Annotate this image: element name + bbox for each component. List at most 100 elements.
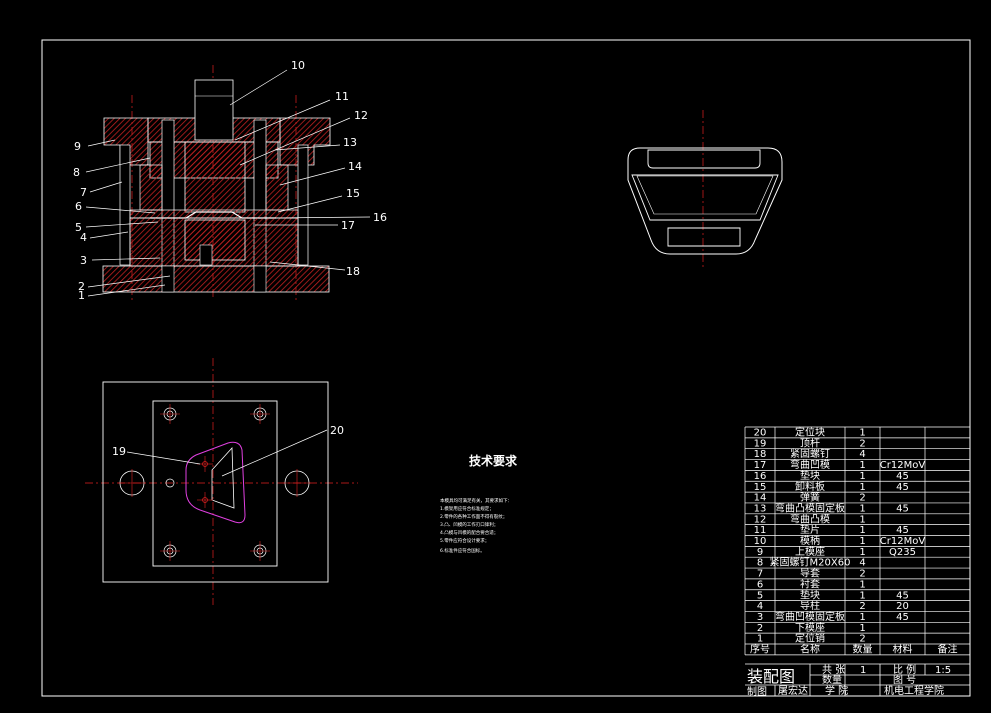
bom-row-number: 1 — [757, 634, 763, 645]
drawer-name: 屠宏达 — [778, 684, 808, 697]
bom-row-name: 弯曲凹模固定板 — [775, 610, 845, 623]
bom-row-name: 紧固螺钉M20X60 — [770, 557, 851, 569]
bom-row-material: Cr12MoV — [880, 460, 926, 471]
label-8: 8 — [73, 166, 80, 179]
bom-row-name: 下模座 — [795, 621, 825, 634]
bom-row-name: 模柄 — [800, 534, 820, 547]
label-9: 9 — [74, 140, 81, 153]
label-20: 20 — [330, 424, 344, 437]
bom-row-number: 3 — [757, 612, 763, 623]
tech-req-line-1: 本模具均可满足有关，其要求如下： — [440, 497, 512, 504]
tech-req-line-7: 6.标准件应符合国标。 — [440, 547, 485, 554]
bom-row-material: 45 — [896, 503, 909, 514]
drawn-by-label: 制图 — [747, 685, 767, 698]
bom-row-quantity: 1 — [859, 623, 865, 634]
label-19: 19 — [112, 445, 126, 458]
bom-row-quantity: 1 — [859, 525, 865, 536]
bom-row-quantity: 2 — [859, 493, 865, 504]
label-11: 11 — [335, 90, 349, 103]
assembly-drawing-sheet: 1 2 3 4 5 6 7 8 9 10 11 12 13 14 15 16 1… — [41, 39, 971, 698]
bom-row-material: 20 — [896, 601, 909, 612]
bom-row-name: 上模座 — [795, 545, 825, 558]
label-3: 3 — [80, 254, 87, 267]
bom-row-number: 9 — [757, 547, 763, 558]
bom-row-material: Q235 — [889, 547, 916, 558]
bom-row-name: 定位销 — [795, 632, 825, 645]
bom-row-number: 19 — [754, 438, 767, 449]
label-10: 10 — [291, 59, 305, 72]
bom-row-number: 11 — [754, 525, 767, 536]
bom-row-quantity: 1 — [859, 428, 865, 439]
bom-row-number: 2 — [757, 623, 763, 634]
quantity-label: 数量 — [822, 673, 842, 686]
bom-row-material: 45 — [896, 612, 909, 623]
bom-row-name: 垫片 — [800, 523, 820, 536]
bom-row-quantity: 1 — [859, 536, 865, 547]
bom-row-quantity: 1 — [859, 590, 865, 601]
bom-header-remark: 备注 — [938, 643, 958, 656]
tech-requirements: 技术要求 本模具均可满足有关，其要求如下： 1.模架用应符合标准规定； 2.零件… — [440, 453, 518, 554]
bom-row-material: Cr12MoV — [880, 536, 926, 547]
bom-row-quantity: 1 — [859, 503, 865, 514]
label-14: 14 — [348, 160, 362, 173]
bom-row-number: 17 — [754, 460, 767, 471]
total-sheets-value: 1 — [860, 665, 866, 676]
bom-row-quantity: 1 — [859, 482, 865, 493]
bom-row-quantity: 2 — [859, 569, 865, 580]
label-13: 13 — [343, 136, 357, 149]
drawing-name: 装配图 — [747, 667, 795, 686]
label-2: 2 — [78, 280, 85, 293]
tech-requirements-title: 技术要求 — [469, 453, 518, 468]
bom-row-name: 紧固螺钉 — [790, 448, 830, 460]
bom-row-quantity: 1 — [859, 471, 865, 482]
bom-row-quantity: 2 — [859, 601, 865, 612]
school-name: 机电工程学院 — [884, 684, 944, 697]
tech-req-line-3: 2.零件的各种工作面不得有裂纹； — [440, 513, 507, 520]
bom-row-number: 5 — [757, 590, 763, 601]
bom-header-material: 材料 — [893, 643, 913, 656]
scale-value: 1:5 — [935, 665, 951, 676]
bom-row-number: 18 — [754, 449, 767, 460]
tech-req-line-6: 5.零件应符合设计要求； — [440, 537, 489, 544]
tech-req-line-4: 3.凸、凹模的工作刃口锋利； — [440, 521, 498, 528]
bom-row-number: 20 — [754, 428, 767, 439]
bom-row-material: 45 — [896, 590, 909, 601]
bom-row-name: 弯曲凸模 — [790, 512, 830, 525]
bom-row-number: 4 — [757, 601, 763, 612]
bom-row-quantity: 1 — [859, 579, 865, 590]
bom-row-number: 12 — [754, 514, 767, 525]
bom-row-number: 6 — [757, 579, 763, 590]
bom-row-name: 弯曲凸模固定板 — [775, 501, 845, 514]
bill-of-materials: 20 定位块 119 顶杆 218 紧固螺钉 417 弯曲凹模 1 Cr12MoV16 垫块 1 451… — [744, 426, 971, 656]
section-view: 1 2 3 4 5 6 7 8 9 10 11 12 13 14 15 16 1… — [73, 59, 387, 302]
bom-row-name: 垫块 — [800, 469, 820, 482]
bom-row-quantity: 4 — [859, 558, 865, 569]
bom-header-name: 名称 — [800, 643, 820, 656]
bom-row-number: 14 — [754, 493, 767, 504]
bom-row-material: 45 — [896, 525, 909, 536]
bom-row-name: 弹簧 — [800, 491, 820, 504]
bom-row-number: 13 — [754, 503, 767, 514]
bom-row-quantity: 2 — [859, 634, 865, 645]
bom-row-name: 导套 — [800, 567, 820, 580]
bom-row-quantity: 1 — [859, 460, 865, 471]
label-15: 15 — [346, 187, 360, 200]
bom-row-name: 衬套 — [800, 577, 820, 590]
tech-req-line-2: 1.模架用应符合标准规定； — [440, 505, 494, 512]
bom-row-material: 45 — [896, 471, 909, 482]
bom-row-number: 16 — [754, 471, 767, 482]
bom-row-number: 7 — [757, 569, 763, 580]
label-5: 5 — [75, 221, 82, 234]
bom-row-quantity: 1 — [859, 547, 865, 558]
label-12: 12 — [354, 109, 368, 122]
label-7: 7 — [80, 186, 87, 199]
bom-row-number: 15 — [754, 482, 767, 493]
title-block: 装配图 共 张 1 比 例 1:5 数量 图 号 制图 屠宏达 学 院 机电工程… — [745, 663, 970, 698]
label-16: 16 — [373, 211, 387, 224]
bom-row-name: 顶杆 — [800, 437, 820, 449]
bom-row-name: 弯曲凹模 — [790, 458, 830, 471]
label-17: 17 — [341, 219, 355, 232]
plan-view: 19 20 — [85, 358, 358, 605]
bom-row-name: 垫块 — [800, 588, 820, 601]
bom-row-number: 10 — [754, 536, 767, 547]
